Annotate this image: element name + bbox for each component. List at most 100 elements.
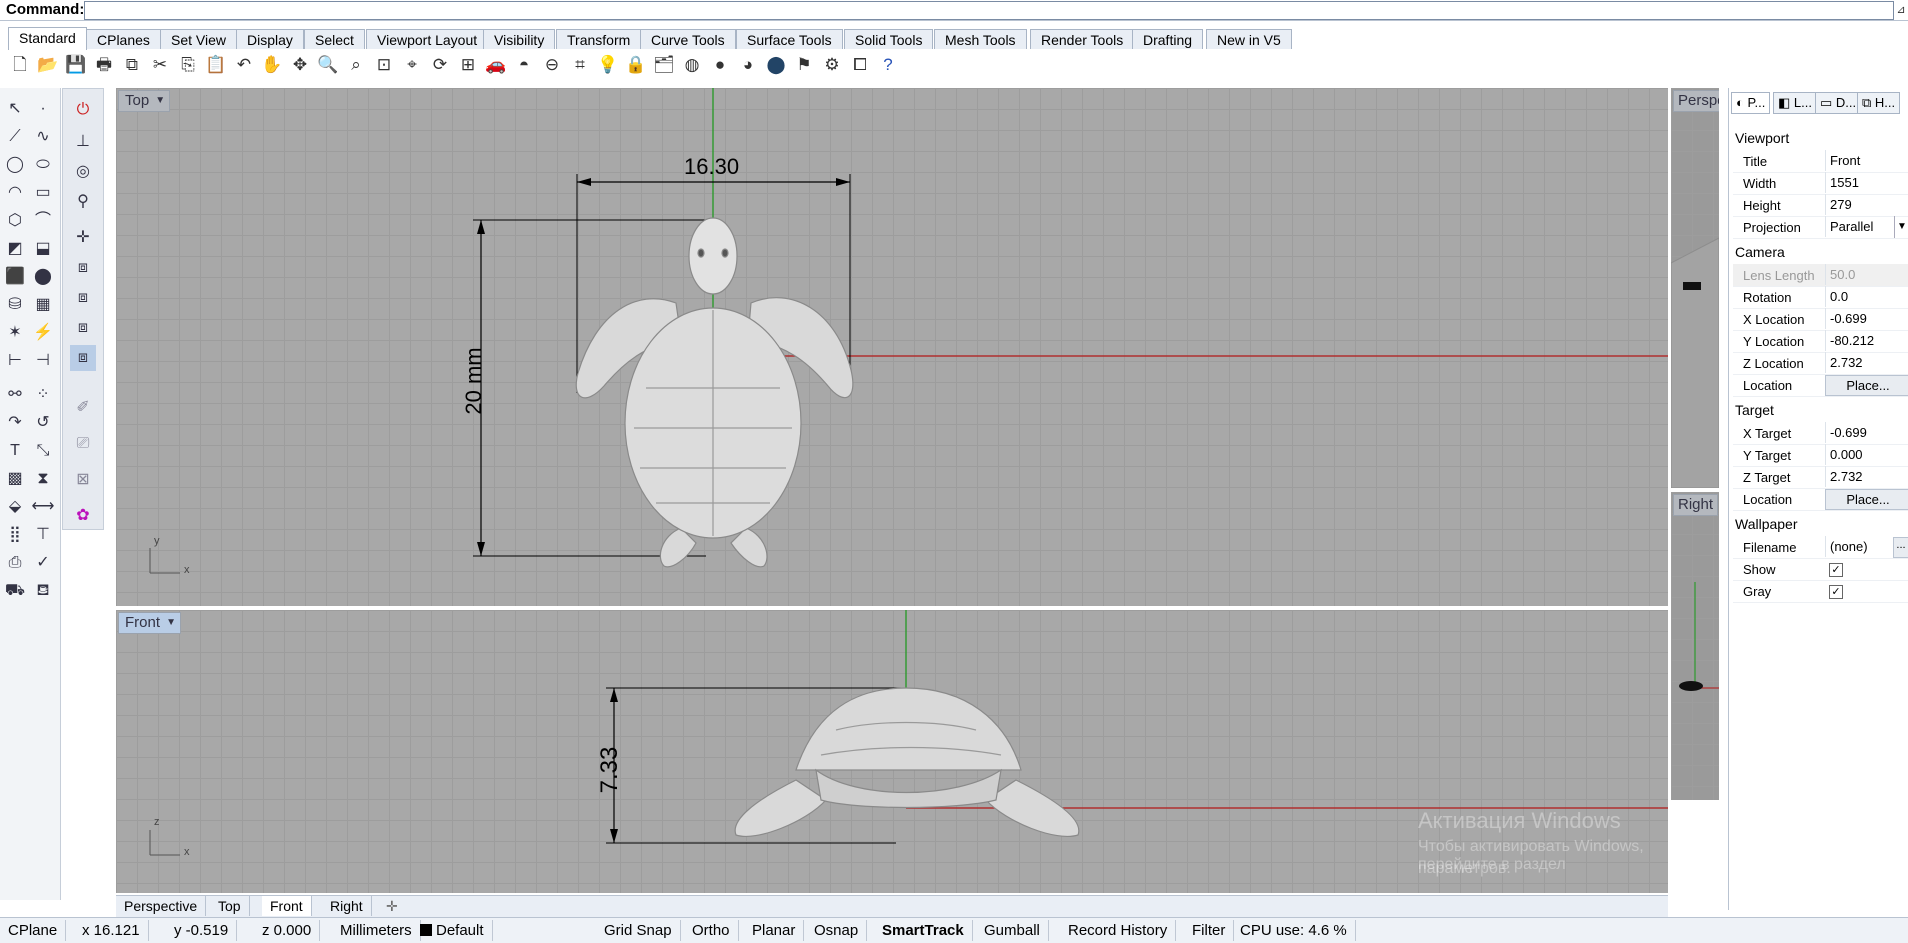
tab-perspective[interactable]: Perspective <box>116 896 207 916</box>
chevron-down-icon[interactable]: ▼ <box>155 91 165 111</box>
grid-snap-toggle[interactable]: Grid Snap <box>596 920 681 941</box>
tab-surface-tools[interactable]: Surface Tools <box>736 29 843 49</box>
help-icon[interactable]: ? <box>876 53 900 77</box>
bucket-icon[interactable]: ⛾ <box>30 578 56 604</box>
import-icon[interactable]: ⧉ <box>120 53 144 77</box>
projection-select[interactable]: Parallel ▼ <box>1825 216 1908 238</box>
layer-icon[interactable]: 🗂 <box>652 53 676 77</box>
zloc-field[interactable]: 2.732 <box>1825 352 1908 373</box>
array-icon[interactable]: ▩ <box>2 466 28 492</box>
viewport-title-perspective[interactable]: Perspe <box>1673 90 1719 112</box>
sphere-icon[interactable]: ● <box>708 53 732 77</box>
paint-icon[interactable]: ✐ <box>70 395 96 421</box>
group-icon[interactable]: ⚯ <box>2 382 28 408</box>
show-checkbox[interactable]: ✓ <box>1829 563 1843 577</box>
car-tool-icon[interactable]: ⛟ <box>2 578 28 604</box>
paste-icon[interactable]: 📋 <box>204 53 228 77</box>
viewport-right[interactable]: Right <box>1671 492 1719 800</box>
tab-standard[interactable]: Standard <box>8 27 87 50</box>
zoom-extents-icon[interactable]: ⊡ <box>372 53 396 77</box>
trim-icon[interactable]: ⊢ <box>2 348 28 374</box>
tab-render-tools[interactable]: Render Tools <box>1030 29 1135 49</box>
print-icon[interactable]: 🖶 <box>92 53 116 77</box>
width-field[interactable]: 1551 <box>1825 172 1908 193</box>
ztarget-field[interactable]: 2.732 <box>1825 466 1908 487</box>
gumball-toggle[interactable]: Gumball <box>976 920 1049 941</box>
box-icon[interactable]: ⬛ <box>2 264 28 290</box>
camera-place-button[interactable]: Place... <box>1825 375 1908 396</box>
text-icon[interactable]: T <box>2 438 28 464</box>
stamp-icon[interactable]: ⎚ <box>70 431 96 457</box>
tab-mesh-tools[interactable]: Mesh Tools <box>934 29 1027 49</box>
mirror-icon[interactable]: ⧗ <box>30 466 56 492</box>
rectangle-icon[interactable]: ▭ <box>30 180 56 206</box>
grid-icon[interactable]: ⌗ <box>568 53 592 77</box>
tab-front[interactable]: Front <box>262 896 312 916</box>
tab-properties[interactable]: ◐ P... <box>1731 92 1771 114</box>
tab-new-in-v5[interactable]: New in V5 <box>1206 29 1292 49</box>
tab-transform[interactable]: Transform <box>556 29 642 49</box>
zoom-selected-icon[interactable]: ⌖ <box>400 53 424 77</box>
rotate-view-icon[interactable]: ⟳ <box>428 53 452 77</box>
light-icon[interactable]: 💡 <box>596 53 620 77</box>
axis-icon[interactable]: ⊥ <box>70 129 96 155</box>
tab-display-panel[interactable]: ▭ D... <box>1815 92 1862 114</box>
zoom-window-icon[interactable]: ⌕ <box>344 53 368 77</box>
analyze-icon[interactable]: ⎙ <box>2 550 28 576</box>
gear-icon[interactable]: ⚙ <box>820 53 844 77</box>
dimension-icon[interactable]: ⤡ <box>30 438 56 464</box>
curve-icon[interactable]: ∿ <box>30 124 56 150</box>
select-icon[interactable]: ↖ <box>2 96 28 122</box>
undo-icon[interactable]: ↶ <box>232 53 256 77</box>
point-cloud-icon[interactable]: ⁘ <box>30 382 56 408</box>
grid-array-icon[interactable]: ⣿ <box>2 522 28 548</box>
command-input[interactable] <box>84 1 1894 20</box>
weld-icon[interactable]: ⊤ <box>30 522 56 548</box>
tab-right[interactable]: Right <box>322 896 372 916</box>
boolean-icon[interactable]: ⬤ <box>30 264 56 290</box>
tab-solid-tools[interactable]: Solid Tools <box>844 29 934 49</box>
cube-perspective-icon[interactable]: ⧈ <box>70 345 96 371</box>
material-icon[interactable]: ⬤ <box>764 53 788 77</box>
height-field[interactable]: 279 <box>1825 194 1908 215</box>
color-wheel-icon[interactable]: ◍ <box>680 53 704 77</box>
flag-icon[interactable]: ⚑ <box>792 53 816 77</box>
save-icon[interactable]: 💾 <box>64 53 88 77</box>
four-views-icon[interactable]: ⊞ <box>456 53 480 77</box>
tab-help-panel[interactable]: ⧉ H... <box>1857 92 1901 114</box>
stop-icon[interactable]: ⏻ <box>70 97 96 123</box>
polyline-icon[interactable]: ⟋ <box>2 124 28 150</box>
check-icon[interactable]: ✓ <box>30 550 56 576</box>
tab-drafting[interactable]: Drafting <box>1132 29 1204 49</box>
extend-icon[interactable]: ⊣ <box>30 348 56 374</box>
status-cplane[interactable]: CPlane <box>0 920 67 941</box>
command-scroll-icon[interactable]: ⊿ <box>1894 0 1908 20</box>
fillet-icon[interactable]: ⌒ <box>30 208 56 234</box>
cog-icon[interactable]: ✿ <box>70 503 96 529</box>
shade-icon[interactable]: ◓ <box>512 53 536 77</box>
open-icon[interactable]: 📂 <box>36 53 60 77</box>
node-icon[interactable]: ⚲ <box>70 189 96 215</box>
tab-viewport-layout[interactable]: Viewport Layout <box>366 29 489 49</box>
tab-set-view[interactable]: Set View <box>160 29 237 49</box>
cylinder-icon[interactable]: ⛁ <box>2 292 28 318</box>
tab-select[interactable]: Select <box>304 29 365 49</box>
status-layer[interactable]: Default <box>412 920 493 941</box>
move-view-icon[interactable]: ✥ <box>288 53 312 77</box>
target-place-button[interactable]: Place... <box>1825 489 1908 510</box>
xtarget-field[interactable]: -0.699 <box>1825 422 1908 443</box>
curve-edit-icon[interactable]: ↷ <box>2 410 28 436</box>
viewport-perspective[interactable]: Perspe <box>1671 88 1719 488</box>
circle-icon[interactable]: ⊖ <box>540 53 564 77</box>
gray-checkbox[interactable]: ✓ <box>1829 585 1843 599</box>
render-icon[interactable]: ◕ <box>736 53 760 77</box>
browse-button[interactable]: ... <box>1893 537 1908 558</box>
tab-top[interactable]: Top <box>210 896 250 916</box>
tab-cplanes[interactable]: CPlanes <box>86 29 161 49</box>
polygon-icon[interactable]: ⬡ <box>2 208 28 234</box>
arc-icon[interactable]: ◠ <box>2 180 28 206</box>
split-icon[interactable]: ⚡ <box>30 320 56 346</box>
record-history-toggle[interactable]: Record History <box>1060 920 1177 941</box>
tab-visibility[interactable]: Visibility <box>483 29 556 49</box>
chevron-down-icon[interactable]: ▼ <box>1894 216 1908 238</box>
